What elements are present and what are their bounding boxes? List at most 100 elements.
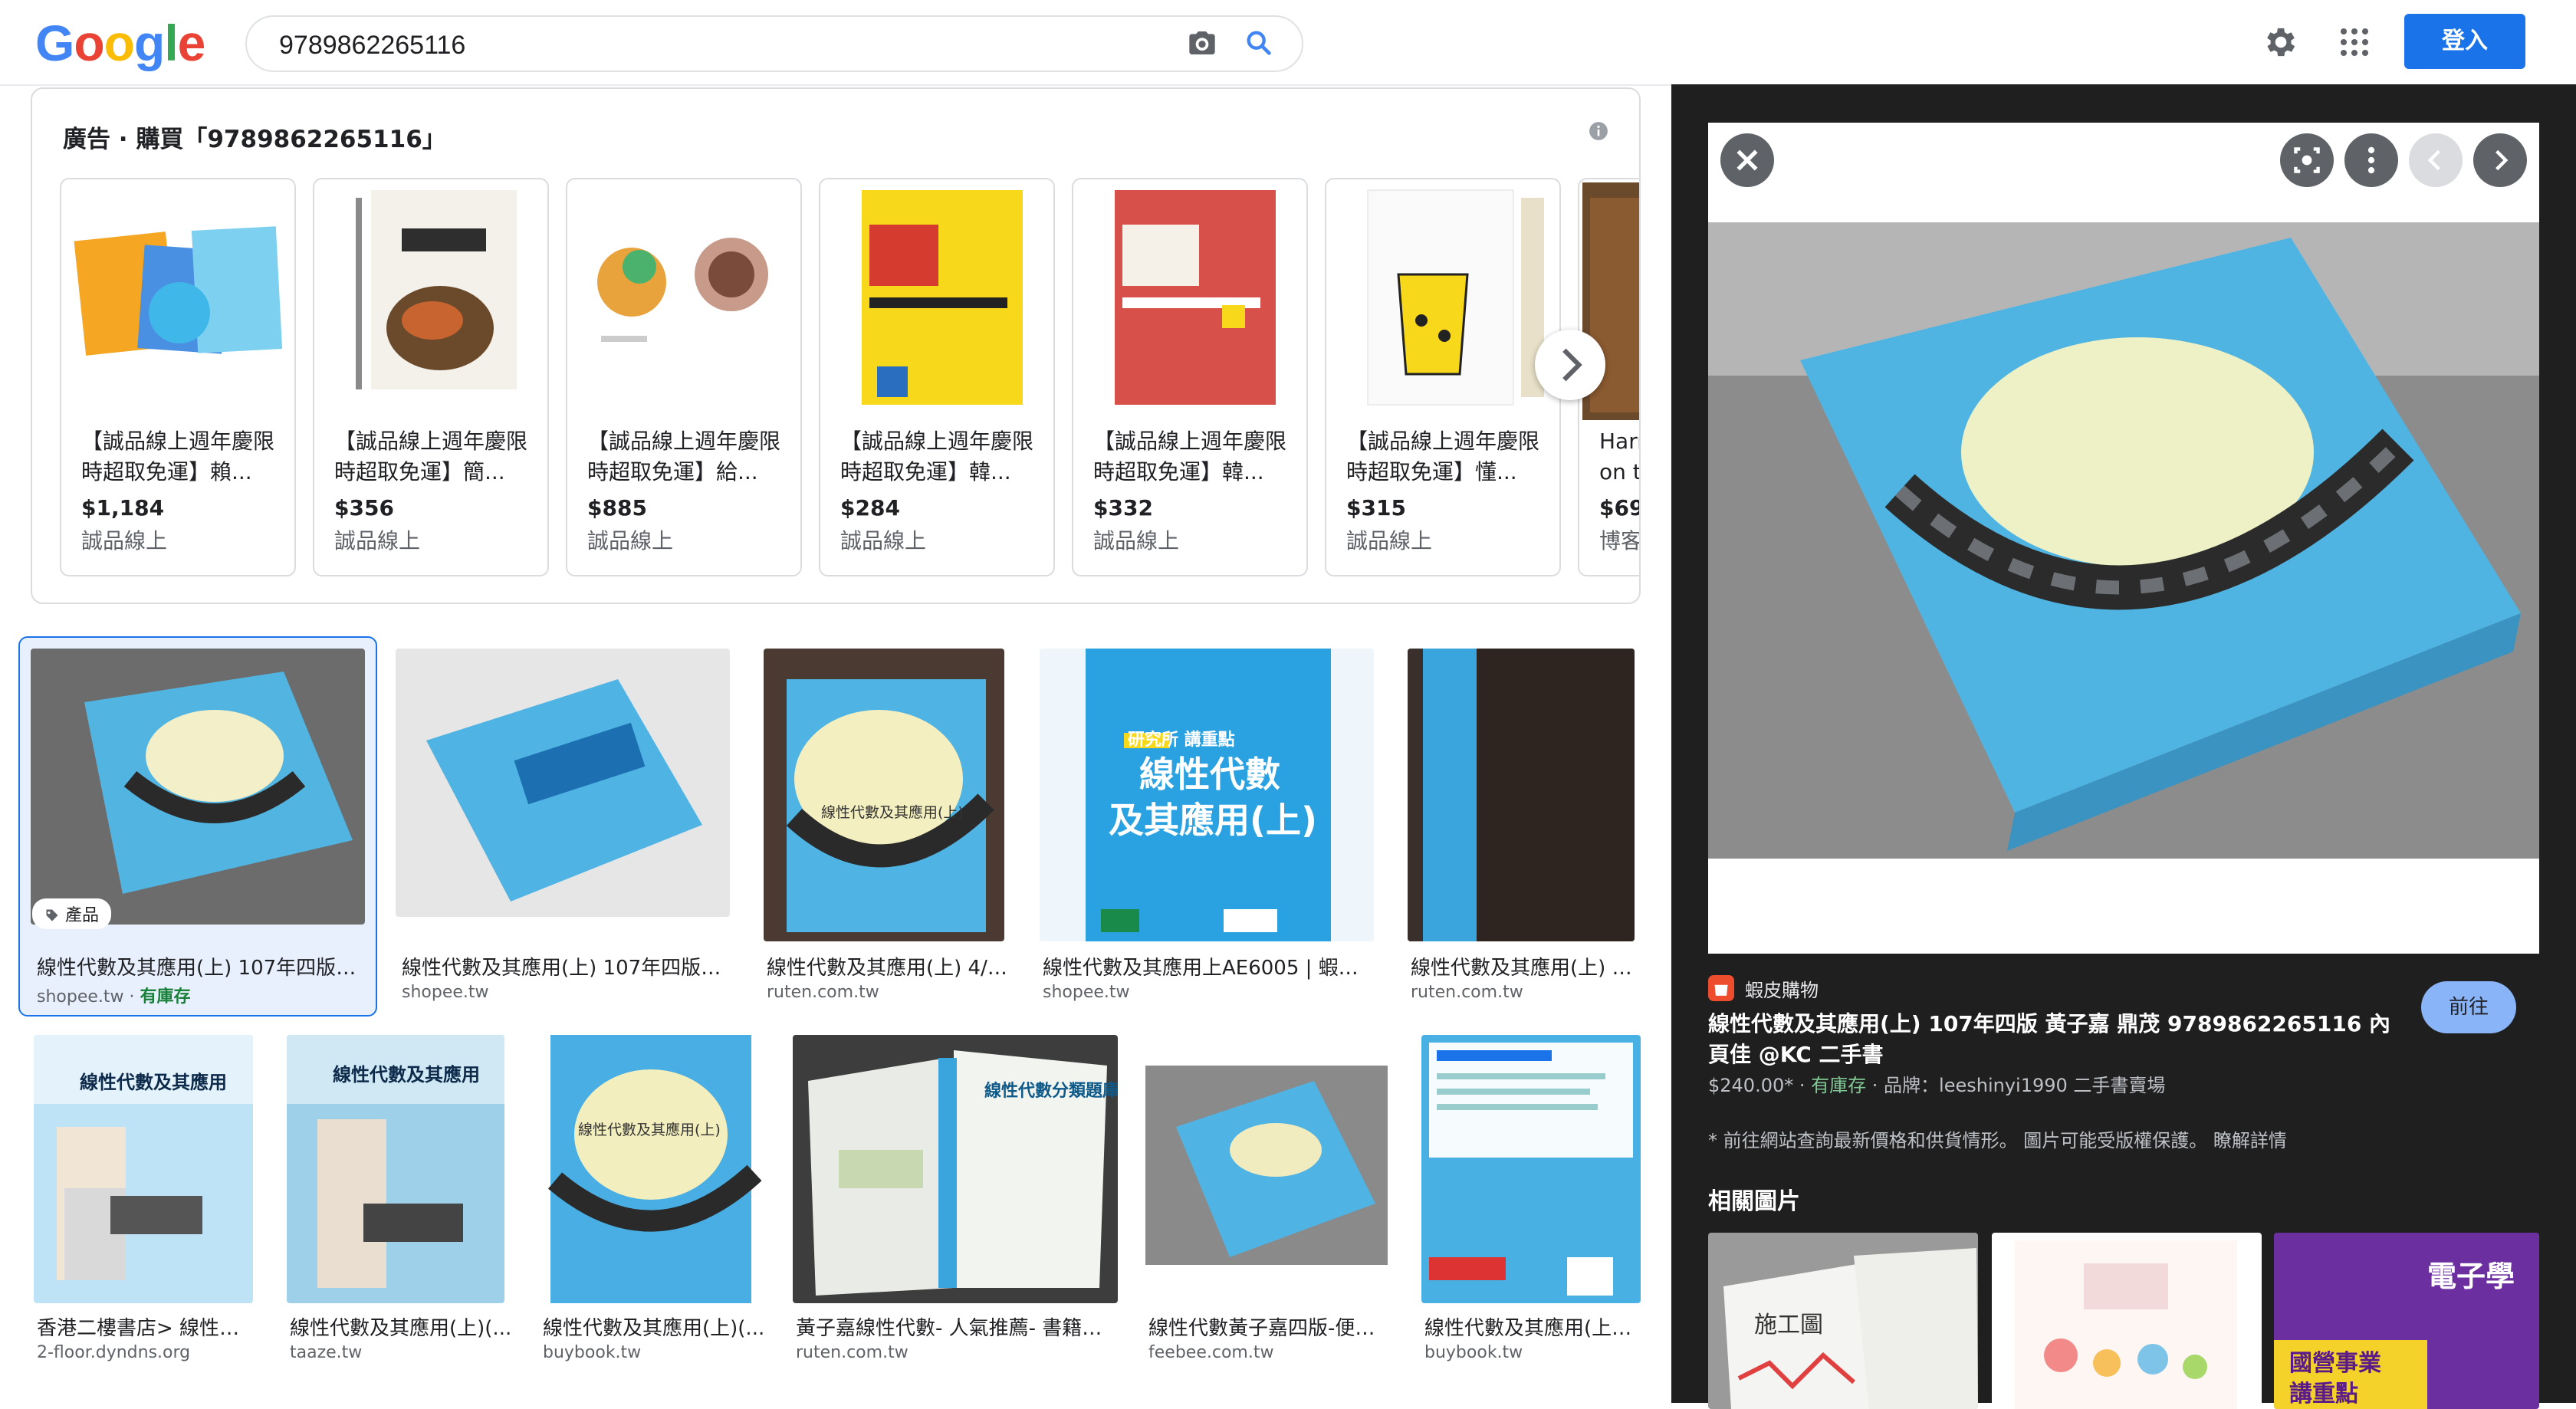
- search-box[interactable]: 9789862265116: [245, 15, 1303, 72]
- badge-label: 產品: [65, 906, 100, 925]
- chevron-left-icon: [2427, 149, 2440, 171]
- apps-grid-icon[interactable]: [2338, 26, 2371, 58]
- more-options-button[interactable]: [2344, 133, 2398, 187]
- product-title: 【誠品線上週年慶限時超取免運】賴...: [81, 429, 275, 484]
- product-price: $332: [1093, 495, 1153, 521]
- product-image: [823, 182, 1050, 420]
- more-vert-icon: [2367, 146, 2375, 174]
- result-site: taaze.tw: [290, 1343, 363, 1362]
- result-image: 線性代數及其應用(上): [764, 649, 1004, 941]
- product-card[interactable]: 【誠品線上週年慶限時超取免運】賴... $1,184 誠品線上: [60, 178, 296, 576]
- gear-icon[interactable]: [2260, 23, 2298, 61]
- product-card[interactable]: 【誠品線上週年慶限時超取免運】給... $885 誠品線上: [566, 178, 802, 576]
- sign-in-button[interactable]: 登入: [2404, 14, 2525, 69]
- result-title[interactable]: 線性代數及其應用(上) 4/e ...: [767, 952, 1009, 980]
- related-text: 電子學: [2427, 1260, 2515, 1293]
- result-title[interactable]: 線性代數及其應用(上) 4/...: [1411, 952, 1633, 980]
- carousel-next-button[interactable]: [1535, 330, 1605, 400]
- info-icon[interactable]: [1589, 121, 1608, 141]
- image-result[interactable]: 線性代數及其應用(上) 線性代數及其應用(上) 4/e ... ruten.co…: [764, 649, 1009, 1009]
- product-seller: 博客: [1599, 528, 1641, 553]
- next-button[interactable]: [2473, 133, 2527, 187]
- product-seller: 誠品線上: [81, 528, 168, 553]
- image-result[interactable]: 研究所 講重點 線性代數 及其應用(上) 線性代數及其應用上AE6005 | 蝦…: [1040, 649, 1377, 1009]
- brand-label: 品牌：leeshinyi1990 二手書賣場: [1884, 1075, 2166, 1096]
- cover-title: 線性代數及其應用: [80, 1072, 227, 1093]
- result-title[interactable]: 線性代數及其應用(上)(...: [290, 1312, 512, 1341]
- product-image: [1329, 182, 1556, 420]
- image-result[interactable]: 線性代數及其應用(上) 線性代數及其應用(上)(... buybook.tw: [540, 1035, 770, 1372]
- cover-text: 線性代數及其應用(上): [821, 803, 964, 821]
- result-site: shopee.tw · 有庫存: [37, 987, 191, 1007]
- product-card[interactable]: 【誠品線上週年慶限時超取免運】韓... $332 誠品線上: [1072, 178, 1308, 576]
- lens-button[interactable]: [2280, 133, 2334, 187]
- product-seller: 誠品線上: [334, 528, 421, 553]
- cover-title: 線性代數分類題庫: [984, 1081, 1118, 1101]
- previous-button[interactable]: [2409, 133, 2463, 187]
- google-logo[interactable]: Google: [35, 14, 205, 72]
- result-image: [1408, 649, 1635, 941]
- related-image[interactable]: 施工圖: [1708, 1233, 1978, 1409]
- result-title[interactable]: 線性代數及其應用(上)(...: [1424, 1312, 1639, 1341]
- result-title[interactable]: 線性代數及其應用(上)(...: [543, 1312, 765, 1341]
- image-result[interactable]: 線性代數及其應用(上) 4/... ruten.com.tw: [1408, 649, 1638, 1009]
- product-image: [570, 182, 797, 420]
- search-icon[interactable]: [1244, 28, 1274, 58]
- image-result[interactable]: 線性代數黃子嘉四版-便宜... feebee.com.tw: [1145, 1035, 1398, 1372]
- result-title[interactable]: 黃子嘉線性代數- 人氣推薦- 書籍、...: [796, 1312, 1102, 1341]
- product-price: $356: [334, 495, 394, 521]
- result-image: 線性代數及其應用: [34, 1035, 253, 1303]
- result-site: ruten.com.tw: [796, 1343, 909, 1362]
- result-site: shopee.tw: [1043, 983, 1130, 1002]
- preview-title[interactable]: 線性代數及其應用(上) 107年四版 黃子嘉 鼎茂 9789862265116 …: [1708, 1009, 2398, 1070]
- product-title: 【誠品線上週年慶限時超取免運】懂...: [1346, 429, 1540, 484]
- image-result-selected[interactable]: 產品 線性代數及其應用(上) 107年四版黃... shopee.tw · 有庫…: [18, 636, 377, 1017]
- image-result[interactable]: 線性代數及其應用(上) 107年四版黃... shopee.tw: [396, 649, 733, 1009]
- source-name[interactable]: 蝦皮購物: [1745, 975, 1819, 1002]
- product-title: Harr on th: [1599, 429, 1641, 484]
- result-site: ruten.com.tw: [1411, 983, 1523, 1002]
- product-card[interactable]: 【誠品線上週年慶限時超取免運】簡... $356 誠品線上: [313, 178, 549, 576]
- image-result[interactable]: 線性代數及其應用(上)(... buybook.tw: [1421, 1035, 1644, 1372]
- result-site: 2-floor.dyndns.org: [37, 1343, 191, 1362]
- product-badge: 產品: [32, 898, 112, 929]
- product-card[interactable]: 【誠品線上週年慶限時超取免運】懂... $315 誠品線上: [1325, 178, 1561, 576]
- result-image: 線性代數分類題庫: [793, 1035, 1118, 1303]
- preview-image-container: [1708, 123, 2539, 954]
- close-button[interactable]: [1720, 133, 1774, 187]
- image-result[interactable]: 線性代數分類題庫 黃子嘉線性代數- 人氣推薦- 書籍、... ruten.com…: [793, 1035, 1122, 1372]
- image-result[interactable]: 線性代數及其應用 線性代數及其應用(上)(... taaze.tw: [287, 1035, 517, 1372]
- related-text: 施工圖: [1754, 1312, 1823, 1338]
- close-icon: [1737, 149, 1758, 171]
- result-image: [1145, 1035, 1388, 1303]
- lens-icon: [2294, 147, 2320, 173]
- stock-status: 有庫存: [1811, 1075, 1867, 1096]
- chevron-right-icon: [1562, 348, 1582, 382]
- related-text: 國營事業: [2289, 1350, 2381, 1377]
- preview-price: $240.00*: [1708, 1075, 1794, 1096]
- product-card[interactable]: 【誠品線上週年慶限時超取免運】韓... $284 誠品線上: [819, 178, 1055, 576]
- product-image: [317, 182, 544, 420]
- result-title[interactable]: 線性代數黃子嘉四版-便宜...: [1148, 1312, 1386, 1341]
- result-image: [31, 649, 365, 925]
- related-image[interactable]: 電子學 國營事業 講重點: [2274, 1233, 2539, 1409]
- learn-more-link[interactable]: 瞭解詳情: [2213, 1130, 2287, 1151]
- product-image: [64, 182, 291, 420]
- result-title[interactable]: 線性代數及其應用上AE6005 | 蝦皮購...: [1043, 952, 1372, 980]
- cover-title: 線性代數: [1139, 754, 1280, 795]
- result-title[interactable]: 線性代數及其應用(上) 107年四版黃...: [402, 952, 724, 980]
- shopee-icon: [1708, 975, 1734, 1001]
- related-image-thumb: 施工圖: [1708, 1233, 1978, 1409]
- visit-button[interactable]: 前往: [2421, 981, 2516, 1033]
- camera-icon[interactable]: [1187, 28, 1217, 58]
- top-bar: Google 9789862265116 登入: [0, 0, 2576, 86]
- preview-meta: $240.00* · 有庫存 · 品牌：leeshinyi1990 二手書賣場: [1708, 1075, 2166, 1096]
- result-image: 研究所 講重點 線性代數 及其應用(上): [1040, 649, 1374, 941]
- related-image[interactable]: [1992, 1233, 2262, 1409]
- search-input[interactable]: 9789862265116: [279, 31, 465, 61]
- preview-image[interactable]: [1708, 123, 2539, 954]
- product-title: 【誠品線上週年慶限時超取免運】簡...: [334, 429, 528, 484]
- result-title[interactable]: 香港二樓書店> 線性代...: [37, 1312, 251, 1341]
- result-title[interactable]: 線性代數及其應用(上) 107年四版黃...: [37, 952, 366, 980]
- image-result[interactable]: 線性代數及其應用 香港二樓書店> 線性代... 2-floor.dyndns.o…: [34, 1035, 264, 1372]
